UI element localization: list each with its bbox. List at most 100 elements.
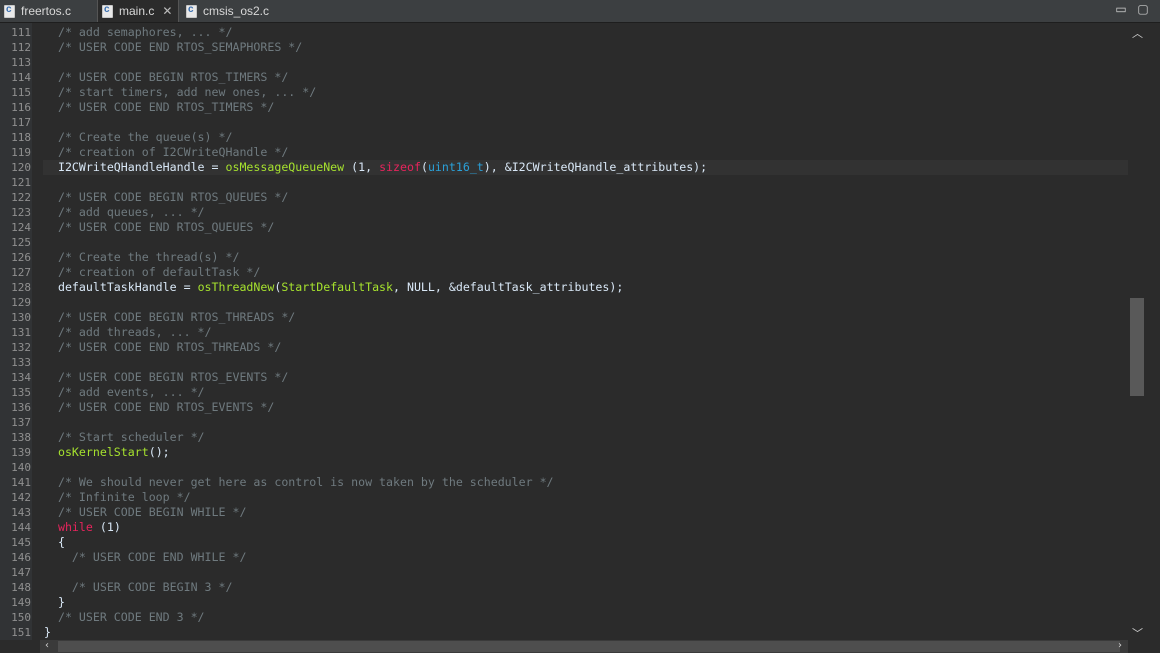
code-line[interactable]: 139 osKernelStart(); xyxy=(0,445,1128,460)
code-text[interactable]: /* USER CODE END WHILE */ xyxy=(43,550,1128,565)
code-line[interactable]: 129 xyxy=(0,295,1128,310)
code-text[interactable]: /* USER CODE BEGIN RTOS_THREADS */ xyxy=(43,310,1128,325)
code-line[interactable]: 128 defaultTaskHandle = osThreadNew(Star… xyxy=(0,280,1128,295)
code-text[interactable]: /* USER CODE BEGIN WHILE */ xyxy=(43,505,1128,520)
code-line[interactable]: 137 xyxy=(0,415,1128,430)
code-line[interactable]: 143 /* USER CODE BEGIN WHILE */ xyxy=(0,505,1128,520)
code-text[interactable] xyxy=(43,355,1128,370)
code-line[interactable]: 117 xyxy=(0,115,1128,130)
code-text[interactable]: /* Infinite loop */ xyxy=(43,490,1128,505)
code-line[interactable]: 115 /* start timers, add new ones, ... *… xyxy=(0,85,1128,100)
code-line[interactable]: 147 xyxy=(0,565,1128,580)
code-line[interactable]: 136 /* USER CODE END RTOS_EVENTS */ xyxy=(0,400,1128,415)
chevron-down-icon[interactable]: ﹀ xyxy=(1132,625,1143,641)
code-line[interactable]: 142 /* Infinite loop */ xyxy=(0,490,1128,505)
code-line[interactable]: 127 /* creation of defaultTask */ xyxy=(0,265,1128,280)
code-editor[interactable]: 111 /* add semaphores, ... */112 /* USER… xyxy=(0,25,1128,640)
code-text[interactable]: } xyxy=(43,595,1128,610)
chevron-right-icon[interactable]: › xyxy=(1118,640,1122,651)
code-text[interactable]: /* add queues, ... */ xyxy=(43,205,1128,220)
code-line[interactable]: 140 xyxy=(0,460,1128,475)
code-line[interactable]: 120 I2CWriteQHandleHandle = osMessageQue… xyxy=(0,160,1128,175)
tab-cmsis-os2-c[interactable]: cmsis_os2.c xyxy=(182,0,282,22)
line-number: 132 xyxy=(11,341,31,354)
code-line[interactable]: 150 /* USER CODE END 3 */ xyxy=(0,610,1128,625)
code-line[interactable]: 111 /* add semaphores, ... */ xyxy=(0,25,1128,40)
tab-freertos-c[interactable]: freertos.c xyxy=(0,0,96,22)
code-line[interactable]: 113 xyxy=(0,55,1128,70)
c-source-file-icon xyxy=(102,4,113,18)
code-text[interactable]: /* USER CODE END RTOS_THREADS */ xyxy=(43,340,1128,355)
code-line[interactable]: 124 /* USER CODE END RTOS_QUEUES */ xyxy=(0,220,1128,235)
code-line[interactable]: 144 while (1) xyxy=(0,520,1128,535)
code-line[interactable]: 133 xyxy=(0,355,1128,370)
code-text[interactable]: /* Create the thread(s) */ xyxy=(43,250,1128,265)
chevron-up-icon[interactable]: ︿ xyxy=(1132,25,1143,41)
code-line[interactable]: 145 { xyxy=(0,535,1128,550)
code-text[interactable] xyxy=(43,565,1128,580)
code-text[interactable]: /* add events, ... */ xyxy=(43,385,1128,400)
code-text[interactable] xyxy=(43,115,1128,130)
code-text[interactable]: /* USER CODE BEGIN RTOS_EVENTS */ xyxy=(43,370,1128,385)
code-text[interactable] xyxy=(43,235,1128,250)
code-text[interactable] xyxy=(43,175,1128,190)
code-text[interactable]: { xyxy=(43,535,1128,550)
code-line[interactable]: 126 /* Create the thread(s) */ xyxy=(0,250,1128,265)
code-text[interactable]: /* start timers, add new ones, ... */ xyxy=(43,85,1128,100)
code-text[interactable]: /* USER CODE BEGIN 3 */ xyxy=(43,580,1128,595)
code-text[interactable]: /* creation of defaultTask */ xyxy=(43,265,1128,280)
code-text[interactable]: /* Start scheduler */ xyxy=(43,430,1128,445)
code-text[interactable] xyxy=(43,415,1128,430)
code-text[interactable]: /* USER CODE END RTOS_EVENTS */ xyxy=(43,400,1128,415)
code-text[interactable]: /* USER CODE END RTOS_TIMERS */ xyxy=(43,100,1128,115)
code-line[interactable]: 131 /* add threads, ... */ xyxy=(0,325,1128,340)
code-text[interactable]: /* We should never get here as control i… xyxy=(43,475,1128,490)
vertical-scroll-thumb[interactable] xyxy=(1130,298,1144,396)
code-text[interactable]: /* USER CODE BEGIN RTOS_QUEUES */ xyxy=(43,190,1128,205)
code-text[interactable]: osKernelStart(); xyxy=(43,445,1128,460)
code-text[interactable]: I2CWriteQHandleHandle = osMessageQueueNe… xyxy=(43,160,1128,175)
code-text[interactable] xyxy=(43,295,1128,310)
code-line[interactable]: 138 /* Start scheduler */ xyxy=(0,430,1128,445)
code-line[interactable]: 118 /* Create the queue(s) */ xyxy=(0,130,1128,145)
code-text[interactable]: while (1) xyxy=(43,520,1128,535)
code-text[interactable]: /* USER CODE END 3 */ xyxy=(43,610,1128,625)
code-line[interactable]: 132 /* USER CODE END RTOS_THREADS */ xyxy=(0,340,1128,355)
tab-label: main.c xyxy=(119,4,155,18)
code-text[interactable]: defaultTaskHandle = osThreadNew(StartDef… xyxy=(43,280,1128,295)
code-line[interactable]: 112 /* USER CODE END RTOS_SEMAPHORES */ xyxy=(0,40,1128,55)
code-line[interactable]: 122 /* USER CODE BEGIN RTOS_QUEUES */ xyxy=(0,190,1128,205)
code-text[interactable]: /* add semaphores, ... */ xyxy=(43,25,1128,40)
code-line[interactable]: 134 /* USER CODE BEGIN RTOS_EVENTS */ xyxy=(0,370,1128,385)
code-text[interactable]: /* USER CODE END RTOS_QUEUES */ xyxy=(43,220,1128,235)
close-icon[interactable]: ✕ xyxy=(162,4,172,18)
code-line[interactable]: 141 /* We should never get here as contr… xyxy=(0,475,1128,490)
code-line[interactable]: 119 /* creation of I2CWriteQHandle */ xyxy=(0,145,1128,160)
code-line[interactable]: 123 /* add queues, ... */ xyxy=(0,205,1128,220)
tab-main-c[interactable]: main.c ✕ xyxy=(97,0,179,22)
line-number: 113 xyxy=(11,56,31,69)
code-line[interactable]: 114 /* USER CODE BEGIN RTOS_TIMERS */ xyxy=(0,70,1128,85)
code-line[interactable]: 146 /* USER CODE END WHILE */ xyxy=(0,550,1128,565)
code-text[interactable]: /* Create the queue(s) */ xyxy=(43,130,1128,145)
horizontal-scroll-thumb[interactable] xyxy=(58,641,1120,652)
code-line[interactable]: 125 xyxy=(0,235,1128,250)
chevron-left-icon[interactable]: ‹ xyxy=(45,640,49,651)
code-text[interactable] xyxy=(43,55,1128,70)
code-line[interactable]: 116 /* USER CODE END RTOS_TIMERS */ xyxy=(0,100,1128,115)
code-line[interactable]: 149 } xyxy=(0,595,1128,610)
code-text[interactable]: /* USER CODE END RTOS_SEMAPHORES */ xyxy=(43,40,1128,55)
line-number: 125 xyxy=(11,236,31,249)
code-text[interactable]: /* USER CODE BEGIN RTOS_TIMERS */ xyxy=(43,70,1128,85)
code-line[interactable]: 130 /* USER CODE BEGIN RTOS_THREADS */ xyxy=(0,310,1128,325)
code-line[interactable]: 121 xyxy=(0,175,1128,190)
minimize-button[interactable]: ▭ xyxy=(1114,2,1128,16)
code-text[interactable]: /* creation of I2CWriteQHandle */ xyxy=(43,145,1128,160)
maximize-button[interactable]: ▢ xyxy=(1136,2,1150,16)
code-line[interactable]: 148 /* USER CODE BEGIN 3 */ xyxy=(0,580,1128,595)
code-text[interactable]: } xyxy=(43,625,1128,640)
code-line[interactable]: 135 /* add events, ... */ xyxy=(0,385,1128,400)
code-line[interactable]: 151} xyxy=(0,625,1128,640)
code-text[interactable] xyxy=(43,460,1128,475)
code-text[interactable]: /* add threads, ... */ xyxy=(43,325,1128,340)
